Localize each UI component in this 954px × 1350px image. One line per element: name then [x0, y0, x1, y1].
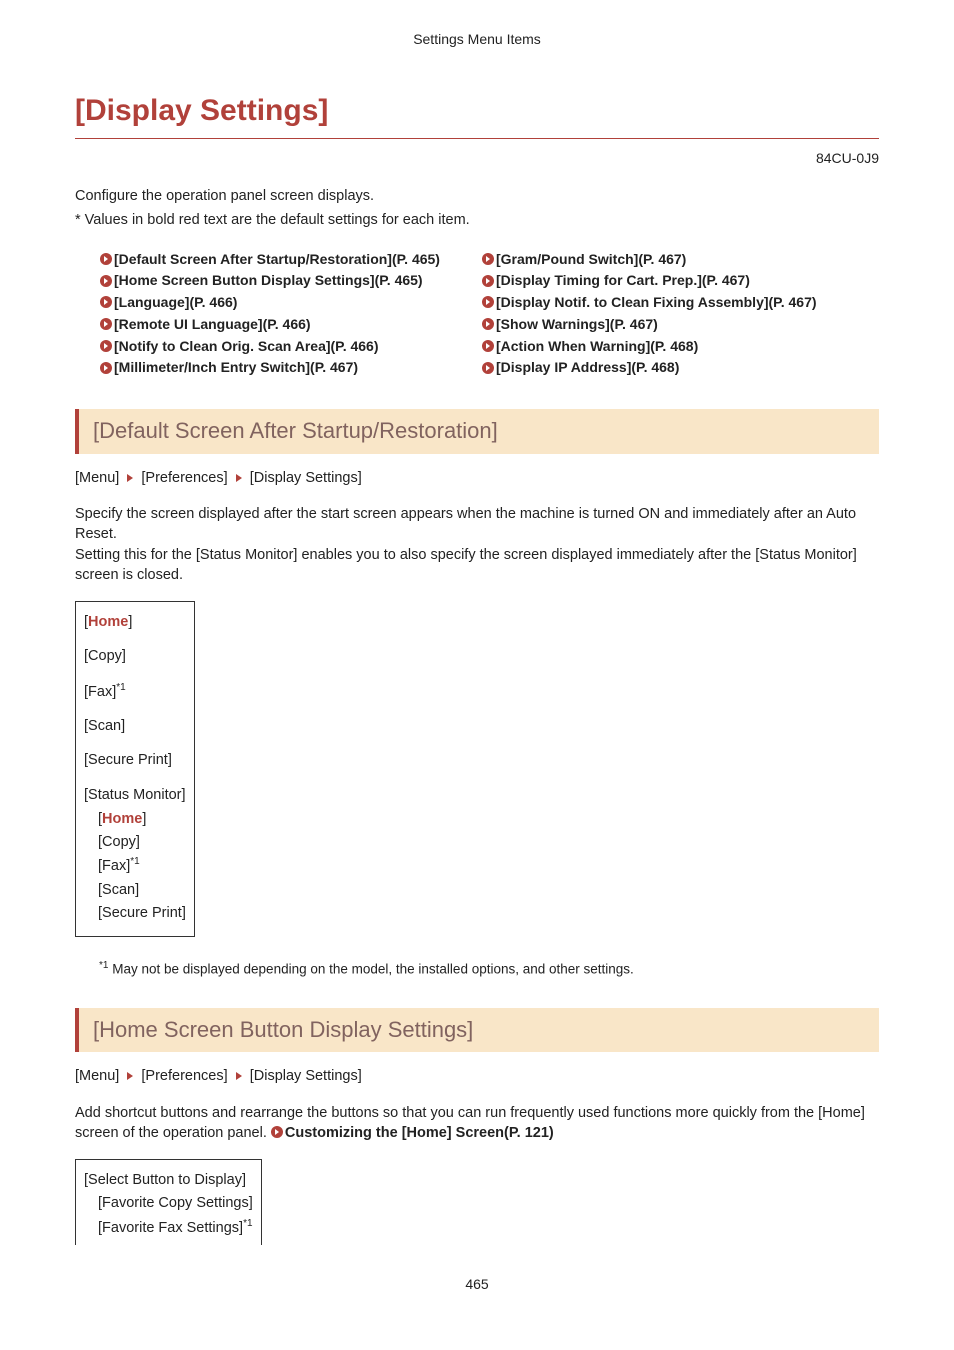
chevron-right-icon [127, 474, 133, 482]
bullet-icon [100, 362, 112, 374]
toc-col-left: [Default Screen After Startup/Restoratio… [100, 249, 472, 379]
option-item: [Secure Print] [84, 750, 186, 770]
toc-link[interactable]: [Gram/Pound Switch](P. 467) [482, 249, 854, 271]
section-heading: [Default Screen After Startup/Restoratio… [75, 409, 879, 454]
document-code: 84CU-0J9 [75, 149, 879, 169]
toc-link[interactable]: [Display Notif. to Clean Fixing Assembly… [482, 292, 854, 314]
toc-links: [Default Screen After Startup/Restoratio… [75, 249, 879, 379]
option-item: [Copy] [98, 832, 186, 852]
section-description: Specify the screen displayed after the s… [75, 504, 879, 585]
bullet-icon [482, 275, 494, 287]
bullet-icon [100, 296, 112, 308]
toc-link[interactable]: [Show Warnings](P. 467) [482, 314, 854, 336]
bullet-icon [482, 253, 494, 265]
bullet-icon [100, 253, 112, 265]
option-item: [Status Monitor] [84, 785, 186, 805]
toc-link[interactable]: [Default Screen After Startup/Restoratio… [100, 249, 472, 271]
sub-option-list: [Favorite Copy Settings] [Favorite Fax S… [84, 1193, 253, 1237]
toc-link[interactable]: [Language](P. 466) [100, 292, 472, 314]
bullet-icon [482, 318, 494, 330]
option-item: [Favorite Fax Settings]*1 [98, 1217, 253, 1238]
chevron-right-icon [236, 474, 242, 482]
section-default-screen: [Default Screen After Startup/Restoratio… [75, 409, 879, 980]
section-description: Add shortcut buttons and rearrange the b… [75, 1103, 879, 1144]
toc-link[interactable]: [Millimeter/Inch Entry Switch](P. 467) [100, 357, 472, 379]
toc-link[interactable]: [Display Timing for Cart. Prep.](P. 467) [482, 270, 854, 292]
running-header: Settings Menu Items [75, 30, 879, 50]
breadcrumb-item: [Display Settings] [250, 470, 362, 486]
chevron-right-icon [236, 1072, 242, 1080]
options-box: [Select Button to Display] [Favorite Cop… [75, 1159, 262, 1245]
page-title: [Display Settings] [75, 90, 879, 139]
bullet-icon [100, 275, 112, 287]
breadcrumb-item: [Display Settings] [250, 1068, 362, 1084]
section-home-screen-buttons: [Home Screen Button Display Settings] [M… [75, 1008, 879, 1245]
toc-col-right: [Gram/Pound Switch](P. 467) [Display Tim… [482, 249, 854, 379]
sub-option-list: [Home] [Copy] [Fax]*1 [Scan] [Secure Pri… [84, 809, 186, 923]
option-item: [Select Button to Display] [84, 1170, 253, 1190]
breadcrumb-item: [Preferences] [141, 1068, 227, 1084]
bullet-icon [271, 1126, 283, 1138]
section-heading: [Home Screen Button Display Settings] [75, 1008, 879, 1053]
page-number: 465 [75, 1275, 879, 1295]
breadcrumb-item: [Menu] [75, 1068, 119, 1084]
chevron-right-icon [127, 1072, 133, 1080]
bullet-icon [482, 340, 494, 352]
intro-text: Configure the operation panel screen dis… [75, 186, 879, 206]
option-item: [Favorite Copy Settings] [98, 1193, 253, 1213]
option-item: [Scan] [84, 716, 186, 736]
inline-link[interactable]: Customizing the [Home] Screen(P. 121) [285, 1125, 554, 1141]
toc-link[interactable]: [Display IP Address](P. 468) [482, 357, 854, 379]
breadcrumb-item: [Preferences] [141, 470, 227, 486]
bullet-icon [482, 362, 494, 374]
option-item: [Copy] [84, 646, 186, 666]
toc-link[interactable]: [Remote UI Language](P. 466) [100, 314, 472, 336]
options-box: [Home] [Copy] [Fax]*1 [Scan] [Secure Pri… [75, 601, 195, 937]
option-item: [Scan] [98, 880, 186, 900]
option-item: [Fax]*1 [84, 681, 186, 702]
breadcrumb-item: [Menu] [75, 470, 119, 486]
option-item: [Fax]*1 [98, 855, 186, 876]
toc-link[interactable]: [Action When Warning](P. 468) [482, 336, 854, 358]
bullet-icon [482, 296, 494, 308]
note-text: * Values in bold red text are the defaul… [75, 210, 879, 230]
bullet-icon [100, 340, 112, 352]
footnote: *1 May not be displayed depending on the… [99, 959, 879, 979]
breadcrumb: [Menu] [Preferences] [Display Settings] [75, 468, 879, 488]
bullet-icon [100, 318, 112, 330]
toc-link[interactable]: [Notify to Clean Orig. Scan Area](P. 466… [100, 336, 472, 358]
breadcrumb: [Menu] [Preferences] [Display Settings] [75, 1066, 879, 1086]
option-item: [Secure Print] [98, 903, 186, 923]
toc-link[interactable]: [Home Screen Button Display Settings](P.… [100, 270, 472, 292]
option-item: [Home] [84, 612, 186, 632]
option-item: [Home] [98, 809, 186, 829]
